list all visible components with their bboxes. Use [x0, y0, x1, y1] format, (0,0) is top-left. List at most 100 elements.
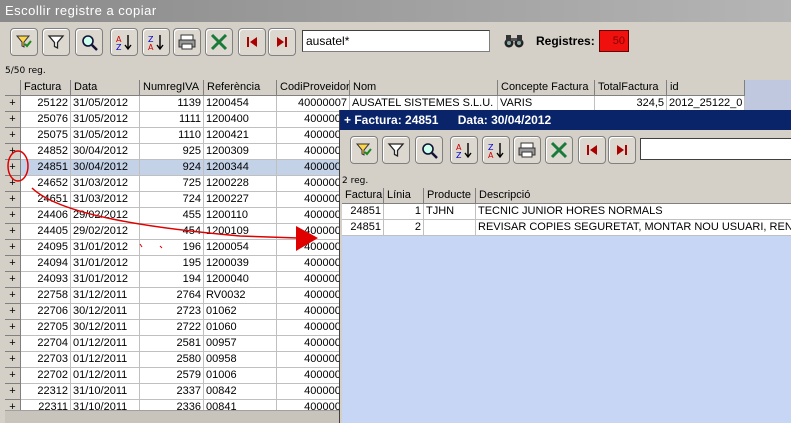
table-cell: 1200400 [204, 112, 277, 128]
column-header[interactable]: NumregIVA [140, 80, 204, 96]
column-header[interactable]: CodiProveidor [277, 80, 350, 96]
expand-row-button[interactable]: + [5, 304, 21, 320]
table-cell: 31/05/2012 [71, 112, 140, 128]
sort-asc-button[interactable]: AZ [110, 28, 138, 56]
detail-table-cell: 24851 [342, 204, 384, 220]
expand-row-button[interactable]: + [5, 240, 21, 256]
filter-button[interactable] [42, 28, 70, 56]
table-cell: 725 [140, 176, 204, 192]
filter-check-icon [355, 143, 372, 156]
last-button[interactable] [268, 28, 296, 56]
detail-column-header[interactable]: Factura [342, 188, 384, 204]
table-cell: 1200110 [204, 208, 277, 224]
detail-table-cell: 24851 [342, 220, 384, 236]
binoculars-search-button[interactable] [502, 30, 526, 52]
print-button[interactable] [173, 28, 201, 56]
last-icon [617, 145, 627, 155]
table-cell: 01062 [204, 304, 277, 320]
table-cell: 25076 [21, 112, 71, 128]
detail-filter-button[interactable] [382, 136, 410, 164]
expand-row-button[interactable]: + [5, 384, 21, 400]
expand-row-button[interactable]: + [5, 256, 21, 272]
column-header[interactable]: Nom [350, 80, 498, 96]
expand-row-button[interactable]: + [5, 288, 21, 304]
column-header[interactable]: Factura [21, 80, 71, 96]
table-cell: 24851 [21, 160, 71, 176]
expand-row-button[interactable]: + [5, 160, 21, 176]
first-button[interactable] [238, 28, 266, 56]
detail-table-cell: 1 [384, 204, 424, 220]
table-cell: 01/12/2011 [71, 336, 140, 352]
expand-row-button[interactable]: + [5, 144, 21, 160]
detail-sort-asc-button[interactable]: AZ [450, 136, 478, 164]
detail-table-cell: 2 [384, 220, 424, 236]
detail-column-header[interactable]: Producte [424, 188, 476, 204]
print-icon [178, 34, 196, 50]
print-icon [518, 142, 536, 158]
column-header[interactable]: Referència [204, 80, 277, 96]
detail-last-button[interactable] [608, 136, 636, 164]
expand-row-button[interactable]: + [5, 112, 21, 128]
table-cell: 24651 [21, 192, 71, 208]
search-input[interactable] [302, 30, 490, 52]
column-header[interactable]: Data [71, 80, 140, 96]
registres-label: Registres: [536, 34, 595, 48]
table-cell: 00957 [204, 336, 277, 352]
expand-row-button[interactable]: + [5, 336, 21, 352]
table-cell: 31/03/2012 [71, 192, 140, 208]
detail-excel-button[interactable] [545, 136, 573, 164]
column-header[interactable]: id [667, 80, 745, 96]
table-cell: 31/03/2012 [71, 176, 140, 192]
expand-row-button[interactable]: + [5, 128, 21, 144]
detail-column-header[interactable]: Línia [384, 188, 424, 204]
column-header[interactable]: TotalFactura [595, 80, 667, 96]
detail-filter-check-button[interactable] [350, 136, 378, 164]
detail-first-button[interactable] [578, 136, 606, 164]
expand-row-button[interactable]: + [5, 96, 21, 112]
table-cell: 31/01/2012 [71, 256, 140, 272]
column-header[interactable]: Concepte Factura [498, 80, 595, 96]
table-cell: 24095 [21, 240, 71, 256]
table-cell: 22703 [21, 352, 71, 368]
filter-check-button[interactable] [10, 28, 38, 56]
expand-row-button[interactable]: + [5, 224, 21, 240]
table-cell: 1200421 [204, 128, 277, 144]
svg-text:A: A [148, 43, 154, 51]
zoom-button[interactable] [75, 28, 103, 56]
sort-desc-button[interactable]: ZA [142, 28, 170, 56]
table-cell: 30/04/2012 [71, 160, 140, 176]
detail-zoom-button[interactable] [415, 136, 443, 164]
svg-text:Z: Z [116, 43, 122, 51]
expand-row-button[interactable]: + [5, 176, 21, 192]
expand-row-button[interactable]: + [5, 320, 21, 336]
detail-print-button[interactable] [513, 136, 541, 164]
table-cell: 31/10/2011 [71, 400, 140, 410]
expand-row-button[interactable]: + [5, 400, 21, 410]
detail-sort-desc-button[interactable]: ZA [482, 136, 510, 164]
svg-text:Z: Z [456, 151, 462, 159]
table-cell: 1200454 [204, 96, 277, 112]
table-cell: 00842 [204, 384, 277, 400]
detail-table-cell: TECNIC JUNIOR HORES NORMALS [476, 204, 791, 220]
detail-search-input[interactable] [640, 138, 791, 160]
table-cell: 1200344 [204, 160, 277, 176]
expand-row-button[interactable]: + [5, 368, 21, 384]
horizontal-scrollbar[interactable] [5, 410, 339, 423]
table-cell: 925 [140, 144, 204, 160]
expand-row-button[interactable]: + [5, 352, 21, 368]
table-cell: 31/01/2012 [71, 272, 140, 288]
invoice-detail-window: + Factura: 24851 Data: 30/04/2012 AZZA 2… [339, 110, 791, 423]
table-cell: 1200054 [204, 240, 277, 256]
table-cell: 195 [140, 256, 204, 272]
table-cell: 1110 [140, 128, 204, 144]
expand-row-button[interactable]: + [5, 208, 21, 224]
detail-column-header[interactable]: Descripció [476, 188, 791, 204]
table-cell: 31/05/2012 [71, 96, 140, 112]
table-cell: 2579 [140, 368, 204, 384]
excel-button[interactable] [205, 28, 233, 56]
expand-row-button[interactable]: + [5, 272, 21, 288]
table-cell: 1200228 [204, 176, 277, 192]
table-cell: 1139 [140, 96, 204, 112]
expand-row-button[interactable]: + [5, 192, 21, 208]
table-cell: 1111 [140, 112, 204, 128]
